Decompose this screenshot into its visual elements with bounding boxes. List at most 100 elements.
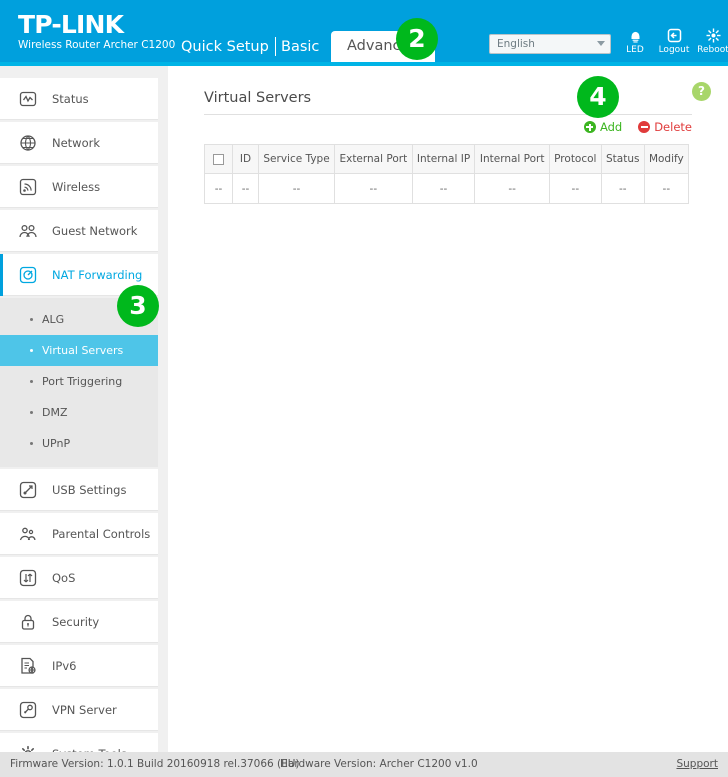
tab-quick-setup-label: Quick Setup	[181, 39, 269, 55]
table-header-row: ID Service Type External Port Internal I…	[204, 144, 690, 174]
chevron-down-icon	[597, 41, 605, 46]
sidebar-item-ipv6-label: IPv6	[52, 658, 77, 673]
language-select-value: English	[497, 38, 535, 50]
led-icon	[616, 27, 654, 44]
table-header-internal-ip: Internal IP	[411, 144, 476, 174]
logo-text: TP-LINK	[18, 10, 124, 39]
sidebar-item-status[interactable]: Status	[0, 78, 158, 120]
page-title: Virtual Servers	[204, 90, 312, 106]
status-icon	[16, 87, 40, 111]
tab-basic[interactable]: Basic	[268, 32, 332, 62]
led-label: LED	[626, 45, 644, 55]
logout-label: Logout	[658, 45, 690, 55]
cell-modify: --	[643, 173, 690, 204]
sidebar-item-vpn-server[interactable]: VPN Server	[0, 689, 158, 731]
delete-button[interactable]: Delete	[638, 120, 692, 134]
tab-quick-setup[interactable]: Quick Setup	[168, 32, 282, 62]
cell-internal-port: --	[474, 173, 550, 204]
cell-external-port: --	[334, 173, 413, 204]
sidebar-item-parental-controls[interactable]: Parental Controls	[0, 513, 158, 555]
vpn-key-icon	[16, 698, 40, 722]
app-header: TP-LINK Wireless Router Archer C1200 Qui…	[0, 0, 728, 62]
add-button[interactable]: Add	[583, 120, 623, 134]
sidebar: Status Network Wireless Guest Network NA…	[0, 66, 168, 777]
page-footer: Firmware Version: 1.0.1 Build 20160918 r…	[0, 752, 728, 777]
sidebar-item-usb-settings[interactable]: USB Settings	[0, 469, 158, 511]
cell-service-type: --	[257, 173, 336, 204]
cell-id: --	[232, 173, 259, 204]
logout-icon	[655, 27, 693, 44]
sidebar-item-security-label: Security	[52, 614, 100, 629]
cell-select: --	[204, 173, 233, 204]
cell-status: --	[600, 173, 645, 204]
table-header-external-port: External Port	[334, 144, 413, 174]
bullet-icon	[30, 442, 33, 445]
hardware-version: Hardware Version: Archer C1200 v1.0	[280, 758, 478, 770]
sidebar-item-qos-label: QoS	[52, 570, 76, 585]
qos-icon	[16, 566, 40, 590]
usb-icon	[16, 478, 40, 502]
table-actions: Add Delete	[583, 120, 692, 134]
language-select[interactable]: English	[489, 34, 611, 54]
reboot-icon	[694, 27, 728, 44]
sidebar-item-network[interactable]: Network	[0, 122, 158, 164]
virtual-servers-table: ID Service Type External Port Internal I…	[204, 144, 690, 204]
reboot-label: Reboot	[697, 45, 728, 55]
brand-logo: TP-LINK Wireless Router Archer C1200	[18, 12, 175, 52]
sidebar-item-nat-forwarding-label: NAT Forwarding	[52, 267, 143, 282]
led-button[interactable]: LED	[616, 27, 654, 55]
cell-internal-ip: --	[411, 173, 476, 204]
sidebar-item-usb-settings-label: USB Settings	[52, 482, 127, 497]
logout-button[interactable]: Logout	[655, 27, 693, 55]
help-icon[interactable]: ?	[692, 82, 711, 101]
table-header-internal-port: Internal Port	[474, 144, 550, 174]
table-header-service-type: Service Type	[257, 144, 336, 174]
bullet-icon	[30, 349, 33, 352]
submenu-item-upnp[interactable]: UPnP	[0, 428, 158, 459]
ipv6-icon	[16, 654, 40, 678]
sidebar-item-status-label: Status	[52, 91, 89, 106]
guest-network-icon	[16, 219, 40, 243]
submenu-item-alg-label: ALG	[42, 313, 65, 326]
sidebar-item-guest-network-label: Guest Network	[52, 223, 138, 238]
sidebar-item-ipv6[interactable]: IPv6	[0, 645, 158, 687]
plus-circle-icon	[583, 121, 596, 133]
table-header-id: ID	[232, 144, 259, 174]
submenu-item-virtual-servers-label: Virtual Servers	[42, 344, 124, 357]
logo-subtitle: Wireless Router Archer C1200	[18, 39, 176, 51]
sidebar-item-guest-network[interactable]: Guest Network	[0, 210, 158, 252]
submenu-item-virtual-servers[interactable]: Virtual Servers	[0, 335, 158, 366]
bullet-icon	[30, 380, 33, 383]
table-header-status: Status	[600, 144, 645, 174]
table-header-modify: Modify	[643, 144, 690, 174]
sidebar-item-security[interactable]: Security	[0, 601, 158, 643]
annotation-badge-3: 3	[117, 285, 159, 327]
sidebar-item-network-label: Network	[52, 135, 101, 150]
bullet-icon	[30, 411, 33, 414]
minus-circle-icon	[638, 121, 651, 133]
wireless-icon	[16, 175, 40, 199]
sidebar-item-wireless[interactable]: Wireless	[0, 166, 158, 208]
table-header-select-all	[204, 144, 233, 174]
globe-icon	[16, 131, 40, 155]
sidebar-item-qos[interactable]: QoS	[0, 557, 158, 599]
firmware-version: Firmware Version: 1.0.1 Build 20160918 r…	[10, 758, 300, 770]
nat-forwarding-icon	[16, 263, 40, 287]
select-all-checkbox[interactable]	[213, 153, 224, 165]
submenu-item-dmz-label: DMZ	[42, 406, 68, 419]
title-divider	[204, 114, 692, 115]
reboot-button[interactable]: Reboot	[694, 27, 728, 55]
delete-button-label: Delete	[654, 120, 692, 134]
add-button-label: Add	[599, 120, 623, 134]
submenu-item-port-triggering-label: Port Triggering	[42, 375, 123, 388]
submenu-item-upnp-label: UPnP	[42, 437, 71, 450]
table-header-protocol: Protocol	[548, 144, 602, 174]
submenu-item-port-triggering[interactable]: Port Triggering	[0, 366, 158, 397]
annotation-badge-4: 4	[577, 76, 619, 118]
annotation-badge-2: 2	[396, 18, 438, 60]
cell-protocol: --	[548, 173, 602, 204]
submenu-item-dmz[interactable]: DMZ	[0, 397, 158, 428]
active-accent-bar	[0, 254, 3, 296]
support-link[interactable]: Support	[676, 758, 718, 770]
bullet-icon	[30, 318, 33, 321]
